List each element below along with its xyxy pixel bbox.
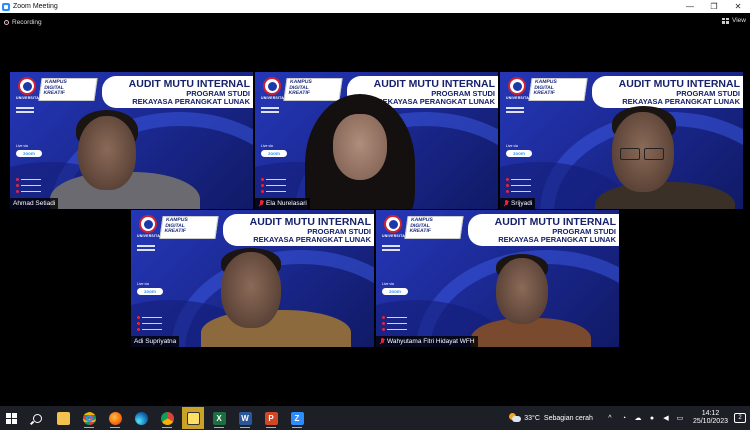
powerpoint-icon: P xyxy=(264,411,278,425)
mic-muted-icon xyxy=(258,200,264,207)
zoom-window: Zoom Meeting — ❐ ✕ Recording View UNIVER… xyxy=(0,0,750,430)
university-logo-icon xyxy=(384,215,402,233)
kampus-digital-kreatif-badge: KAMPUS DIGITAL KREATIF xyxy=(38,78,98,101)
search-icon xyxy=(32,413,42,423)
taskbar-chrome-2[interactable] xyxy=(156,407,178,429)
close-button[interactable]: ✕ xyxy=(726,0,750,13)
excel-icon: X xyxy=(212,411,226,425)
window-title: Zoom Meeting xyxy=(13,3,58,10)
kampus-digital-kreatif-badge: KAMPUS DIGITAL KREATIF xyxy=(404,216,464,239)
minimize-button[interactable]: — xyxy=(678,0,702,13)
video-tile-ela-nurelasari[interactable]: UNIVERSITAS KAMPUS DIGITAL KREATIF AUDIT… xyxy=(255,72,498,209)
taskbar-file-explorer[interactable] xyxy=(52,407,74,429)
taskbar-powerpoint[interactable]: P xyxy=(260,407,282,429)
recording-icon xyxy=(4,20,9,25)
taskbar-excel[interactable]: X xyxy=(208,407,230,429)
view-button[interactable]: View xyxy=(722,17,746,24)
taskbar-sticky-notes[interactable] xyxy=(182,407,204,429)
firefox-icon xyxy=(108,411,122,425)
windows-taskbar: X W P Z 33°C Sebagian cerah ^ ◔ ☁ ● ◀ ▭ … xyxy=(0,406,750,430)
zoom-icon: Z xyxy=(290,411,304,425)
windows-logo-icon xyxy=(5,412,17,424)
clock[interactable]: 14:12 25/10/2023 xyxy=(693,410,728,426)
zoom-logo-icon: zoom xyxy=(137,288,163,295)
onedrive-icon[interactable]: ☁ xyxy=(634,414,642,422)
search-button[interactable] xyxy=(26,407,48,429)
edge-icon xyxy=(134,411,148,425)
window-controls: — ❐ ✕ xyxy=(678,0,750,13)
chevron-up-icon[interactable]: ^ xyxy=(606,414,614,422)
banner-title: AUDIT MUTU INTERNAL PROGRAM STUDI REKAYA… xyxy=(223,214,374,246)
word-icon: W xyxy=(238,411,252,425)
weather-desc[interactable]: Sebagian cerah xyxy=(544,415,593,422)
maximize-button[interactable]: ❐ xyxy=(702,0,726,13)
zoom-logo-icon: zoom xyxy=(261,150,287,157)
video-tile-wahyutama-fitri-hidayat[interactable]: UNIVERSITAS KAMPUS DIGITAL KREATIF AUDIT… xyxy=(376,210,619,347)
chrome-icon xyxy=(160,411,174,425)
view-label: View xyxy=(732,17,746,24)
university-logo-icon xyxy=(263,77,281,95)
notification-icon[interactable]: 2 xyxy=(734,413,746,423)
mic-muted-icon xyxy=(503,200,509,207)
clock-time: 14:12 xyxy=(701,410,720,417)
folder-icon xyxy=(56,411,70,425)
participant-name-tag: Srijyadi xyxy=(500,198,536,209)
kampus-digital-kreatif-badge: KAMPUS DIGITAL KREATIF xyxy=(528,78,588,101)
video-tile-ahmad-setiadi[interactable]: UNIVERSITAS KAMPUS DIGITAL KREATIF AUDIT… xyxy=(10,72,253,209)
participant-name-tag: Ela Nurelasari xyxy=(255,198,310,209)
battery-icon[interactable]: ▭ xyxy=(676,414,684,422)
video-tile-srijyadi[interactable]: UNIVERSITAS KAMPUS DIGITAL KREATIF AUDIT… xyxy=(500,72,743,209)
speaker-icon[interactable]: ◀ xyxy=(662,414,670,422)
chrome-icon xyxy=(82,411,96,425)
participant-name-tag: Adi Supriyatna xyxy=(131,336,180,347)
mic-muted-icon xyxy=(379,338,385,345)
title-bar: Zoom Meeting — ❐ ✕ xyxy=(0,0,750,13)
taskbar-edge[interactable] xyxy=(130,407,152,429)
network-icon[interactable]: ◔ xyxy=(620,414,628,422)
taskbar-firefox[interactable] xyxy=(104,407,126,429)
recording-indicator[interactable]: Recording xyxy=(4,19,42,26)
weather-temp[interactable]: 33°C xyxy=(524,415,540,422)
participant-name-tag: Ahmad Setiadi xyxy=(10,198,59,209)
banner-title: AUDIT MUTU INTERNAL PROGRAM STUDI REKAYA… xyxy=(102,76,253,108)
taskbar-chrome[interactable] xyxy=(78,407,100,429)
start-button[interactable] xyxy=(0,407,22,429)
weather-icon[interactable] xyxy=(509,413,522,423)
zoom-logo-icon: zoom xyxy=(16,150,42,157)
zoom-logo-icon: zoom xyxy=(506,150,532,157)
system-tray: 33°C Sebagian cerah ^ ◔ ☁ ● ◀ ▭ 14:12 25… xyxy=(509,406,750,430)
university-logo-icon xyxy=(508,77,526,95)
university-logo-icon xyxy=(18,77,36,95)
microphone-icon[interactable]: ● xyxy=(648,414,656,422)
grid-view-icon xyxy=(722,17,730,24)
banner-title: AUDIT MUTU INTERNAL PROGRAM STUDI REKAYA… xyxy=(468,214,619,246)
kampus-digital-kreatif-badge: KAMPUS DIGITAL KREATIF xyxy=(283,78,343,101)
zoom-app-icon xyxy=(2,2,10,11)
video-tile-adi-supriyatna[interactable]: UNIVERSITAS KAMPUS DIGITAL KREATIF AUDIT… xyxy=(131,210,374,347)
zoom-logo-icon: zoom xyxy=(382,288,408,295)
kampus-digital-kreatif-badge: KAMPUS DIGITAL KREATIF xyxy=(159,216,219,239)
clock-date: 25/10/2023 xyxy=(692,418,728,425)
participant-name-tag: Wahyutama Fitri Hidayat WFH xyxy=(376,336,478,347)
banner-title: AUDIT MUTU INTERNAL PROGRAM STUDI REKAYA… xyxy=(592,76,743,108)
recording-label: Recording xyxy=(12,19,42,26)
taskbar-zoom[interactable]: Z xyxy=(286,407,308,429)
university-logo-icon xyxy=(139,215,157,233)
sticky-notes-icon xyxy=(186,411,200,425)
taskbar-word[interactable]: W xyxy=(234,407,256,429)
